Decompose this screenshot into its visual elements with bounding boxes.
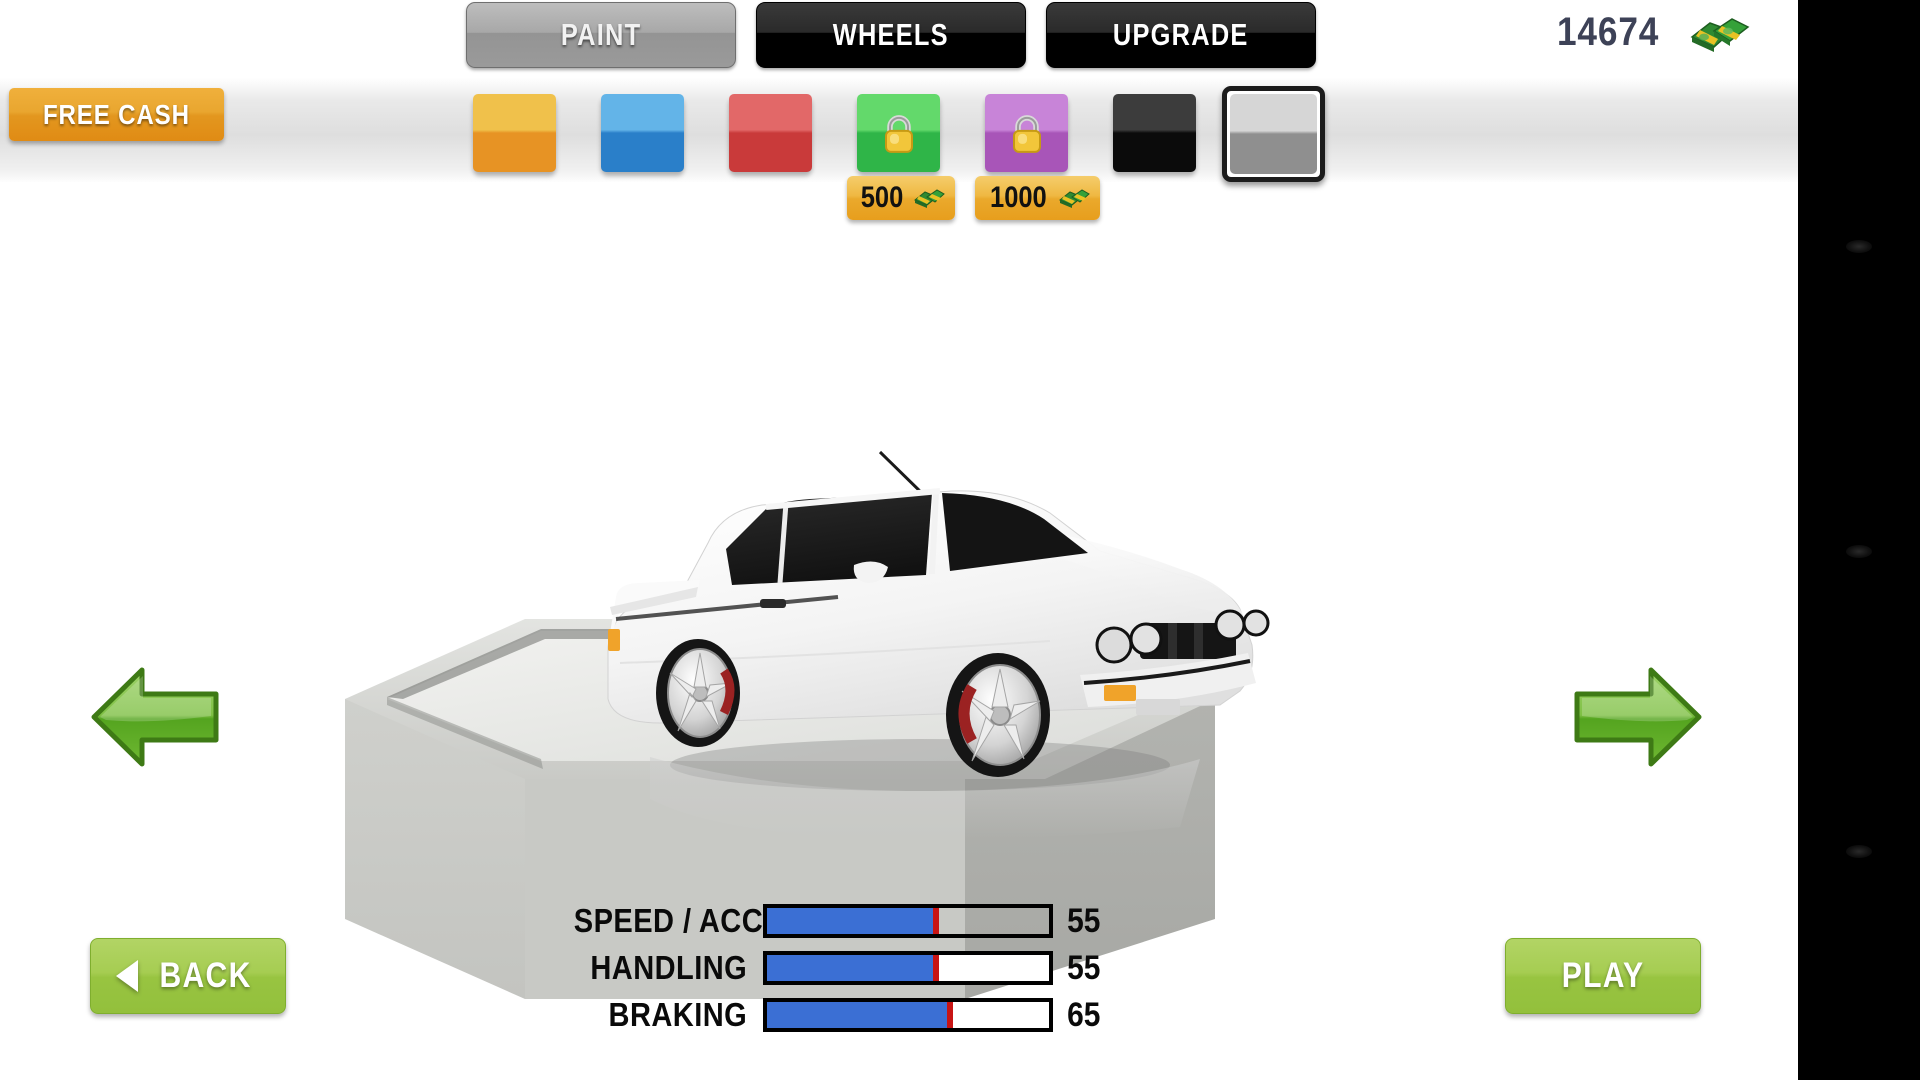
stat-row-handling: HANDLING 55 [548,945,1108,991]
paint-price-purple[interactable]: 1000 [975,176,1100,220]
paint-price-green[interactable]: 500 [847,176,956,220]
paint-swatch-silver[interactable] [1222,86,1325,182]
tab-upgrade-label: UPGRADE [1113,17,1249,52]
tab-upgrade[interactable]: UPGRADE [1046,2,1316,68]
car-select-screen: SPEED / ACC. 55 HANDLING 55 BRAKING 65 B… [0,0,1920,1080]
nav-dot-0[interactable] [1846,240,1872,253]
triangle-left-icon [116,960,139,992]
cash-display: 14674 [1550,10,1750,55]
money-stack-icon [1690,17,1750,52]
stat-bar-handling [763,951,1053,985]
money-stack-icon [914,189,945,208]
paint-swatch-green[interactable] [857,94,940,172]
paint-swatch-fill [1113,94,1196,172]
back-button[interactable]: BACK [90,938,286,1014]
paint-price-value: 500 [860,181,904,214]
money-stack-icon [1058,189,1090,208]
tab-wheels[interactable]: WHEELS [756,2,1026,68]
stat-value-handling: 55 [1067,948,1101,987]
nav-dot-2[interactable] [1846,845,1872,858]
paint-swatch-row: 500 1000 [0,78,1798,220]
play-button[interactable]: PLAY [1505,938,1701,1014]
cash-amount: 14674 [1556,10,1660,54]
stat-value-speed: 55 [1067,901,1101,940]
white-sports-car [607,450,1270,840]
paint-swatch-blue[interactable] [601,94,684,172]
lock-icon [884,115,913,153]
paint-price-value: 1000 [990,181,1047,214]
arrow-right-icon[interactable] [1573,662,1703,772]
stat-row-speed: SPEED / ACC. 55 [548,898,1108,944]
tab-paint-label: PAINT [560,17,642,52]
mode-tab-bar: PAINT WHEELS UPGRADE [0,0,1798,78]
paint-swatch-fill [473,94,556,172]
paint-color-bar: FREE CASH 500 1000 [0,78,1798,220]
paint-swatch-fill [1230,94,1317,174]
stat-value-braking: 65 [1067,995,1101,1034]
paint-swatch-fill [729,94,812,172]
back-button-label: BACK [159,956,253,995]
tab-paint[interactable]: PAINT [466,2,736,68]
stat-bar-braking [763,998,1053,1032]
paint-swatch-purple[interactable] [985,94,1068,172]
stat-bar-speed [763,904,1053,938]
stat-label-handling: HANDLING [590,949,748,986]
android-nav-bar [1798,0,1920,1080]
stat-row-braking: BRAKING 65 [548,992,1108,1038]
arrow-left-icon[interactable] [90,662,220,772]
stat-label-speed: SPEED / ACC. [573,902,772,939]
tab-wheels-label: WHEELS [832,17,950,52]
stat-label-braking: BRAKING [608,996,748,1033]
paint-swatch-orange[interactable] [473,94,556,172]
play-button-label: PLAY [1561,956,1645,995]
lock-icon [1012,115,1041,153]
paint-swatch-fill [601,94,684,172]
paint-swatch-red[interactable] [729,94,812,172]
paint-swatch-black[interactable] [1113,94,1196,172]
car-stats-panel: SPEED / ACC. 55 HANDLING 55 BRAKING 65 [548,898,1108,1039]
nav-dot-1[interactable] [1846,545,1872,558]
